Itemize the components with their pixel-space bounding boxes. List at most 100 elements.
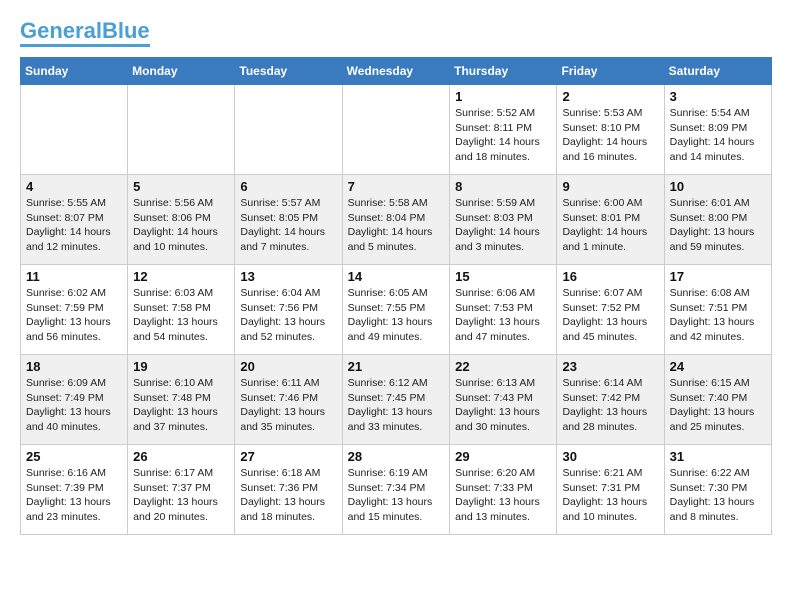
day-number: 16: [562, 269, 658, 284]
day-number: 4: [26, 179, 122, 194]
calendar-day-12: 12 Sunrise: 6:03 AM Sunset: 7:58 PM Dayli…: [128, 265, 235, 355]
day-number: 30: [562, 449, 658, 464]
calendar-header-row: SundayMondayTuesdayWednesdayThursdayFrid…: [21, 58, 772, 85]
calendar-day-13: 13 Sunrise: 6:04 AM Sunset: 7:56 PM Dayli…: [235, 265, 342, 355]
calendar-empty: [235, 85, 342, 175]
day-number: 20: [240, 359, 336, 374]
calendar-day-30: 30 Sunrise: 6:21 AM Sunset: 7:31 PM Dayli…: [557, 445, 664, 535]
calendar-day-23: 23Sunrise: 6:14 AM Sunset: 7:42 PM Dayli…: [557, 355, 664, 445]
day-number: 15: [455, 269, 551, 284]
day-number: 11: [26, 269, 122, 284]
day-number: 24: [670, 359, 766, 374]
day-number: 2: [562, 89, 658, 104]
day-number: 27: [240, 449, 336, 464]
day-info: Sunrise: 6:20 AM Sunset: 7:33 PM Dayligh…: [455, 466, 551, 525]
day-info: Sunrise: 6:22 AM Sunset: 7:30 PM Dayligh…: [670, 466, 766, 525]
day-number: 21: [348, 359, 445, 374]
calendar-day-27: 27 Sunrise: 6:18 AM Sunset: 7:36 PM Dayli…: [235, 445, 342, 535]
day-info: Sunrise: 6:01 AM Sunset: 8:00 PM Dayligh…: [670, 196, 766, 255]
day-number: 29: [455, 449, 551, 464]
logo: GeneralBlue: [20, 20, 150, 47]
day-info: Sunrise: 6:15 AM Sunset: 7:40 PM Dayligh…: [670, 376, 766, 435]
day-number: 23: [562, 359, 658, 374]
day-info: Sunrise: 6:03 AM Sunset: 7:58 PM Dayligh…: [133, 286, 229, 345]
calendar-day-2: 2 Sunrise: 5:53 AM Sunset: 8:10 PM Daylig…: [557, 85, 664, 175]
day-number: 8: [455, 179, 551, 194]
calendar-empty: [128, 85, 235, 175]
day-info: Sunrise: 6:04 AM Sunset: 7:56 PM Dayligh…: [240, 286, 336, 345]
day-number: 13: [240, 269, 336, 284]
day-number: 7: [348, 179, 445, 194]
calendar-day-6: 6Sunrise: 5:57 AM Sunset: 8:05 PM Daylig…: [235, 175, 342, 265]
calendar-day-5: 5Sunrise: 5:56 AM Sunset: 8:06 PM Daylig…: [128, 175, 235, 265]
calendar-day-9: 9Sunrise: 6:00 AM Sunset: 8:01 PM Daylig…: [557, 175, 664, 265]
calendar-day-1: 1 Sunrise: 5:52 AM Sunset: 8:11 PM Daylig…: [450, 85, 557, 175]
day-number: 1: [455, 89, 551, 104]
calendar-day-17: 17Sunrise: 6:08 AM Sunset: 7:51 PM Dayli…: [664, 265, 771, 355]
logo-text: GeneralBlue: [20, 20, 150, 42]
day-info: Sunrise: 6:06 AM Sunset: 7:53 PM Dayligh…: [455, 286, 551, 345]
calendar: SundayMondayTuesdayWednesdayThursdayFrid…: [20, 57, 772, 535]
day-number: 14: [348, 269, 445, 284]
calendar-day-18: 18 Sunrise: 6:09 AM Sunset: 7:49 PM Dayli…: [21, 355, 128, 445]
calendar-day-31: 31 Sunrise: 6:22 AM Sunset: 7:30 PM Dayli…: [664, 445, 771, 535]
calendar-week-1: 1 Sunrise: 5:52 AM Sunset: 8:11 PM Daylig…: [21, 85, 772, 175]
day-number: 17: [670, 269, 766, 284]
calendar-day-21: 21 Sunrise: 6:12 AM Sunset: 7:45 PM Dayli…: [342, 355, 450, 445]
calendar-day-29: 29 Sunrise: 6:20 AM Sunset: 7:33 PM Dayli…: [450, 445, 557, 535]
day-info: Sunrise: 6:18 AM Sunset: 7:36 PM Dayligh…: [240, 466, 336, 525]
day-info: Sunrise: 6:12 AM Sunset: 7:45 PM Dayligh…: [348, 376, 445, 435]
calendar-day-16: 16 Sunrise: 6:07 AM Sunset: 7:52 PM Dayli…: [557, 265, 664, 355]
day-info: Sunrise: 5:52 AM Sunset: 8:11 PM Dayligh…: [455, 106, 551, 165]
logo-underline: [20, 44, 150, 47]
calendar-empty: [21, 85, 128, 175]
day-info: Sunrise: 5:54 AM Sunset: 8:09 PM Dayligh…: [670, 106, 766, 165]
day-info: Sunrise: 5:56 AM Sunset: 8:06 PM Dayligh…: [133, 196, 229, 255]
day-info: Sunrise: 6:07 AM Sunset: 7:52 PM Dayligh…: [562, 286, 658, 345]
calendar-day-28: 28 Sunrise: 6:19 AM Sunset: 7:34 PM Dayli…: [342, 445, 450, 535]
calendar-day-15: 15 Sunrise: 6:06 AM Sunset: 7:53 PM Dayli…: [450, 265, 557, 355]
day-header-thursday: Thursday: [450, 58, 557, 85]
day-info: Sunrise: 5:57 AM Sunset: 8:05 PM Dayligh…: [240, 196, 336, 255]
calendar-day-11: 11 Sunrise: 6:02 AM Sunset: 7:59 PM Dayli…: [21, 265, 128, 355]
calendar-day-25: 25 Sunrise: 6:16 AM Sunset: 7:39 PM Dayli…: [21, 445, 128, 535]
day-header-wednesday: Wednesday: [342, 58, 450, 85]
day-info: Sunrise: 6:13 AM Sunset: 7:43 PM Dayligh…: [455, 376, 551, 435]
day-number: 28: [348, 449, 445, 464]
calendar-day-20: 20 Sunrise: 6:11 AM Sunset: 7:46 PM Dayli…: [235, 355, 342, 445]
day-number: 25: [26, 449, 122, 464]
day-header-sunday: Sunday: [21, 58, 128, 85]
logo-general: General: [20, 18, 102, 43]
day-info: Sunrise: 6:19 AM Sunset: 7:34 PM Dayligh…: [348, 466, 445, 525]
calendar-day-26: 26 Sunrise: 6:17 AM Sunset: 7:37 PM Dayli…: [128, 445, 235, 535]
day-info: Sunrise: 6:10 AM Sunset: 7:48 PM Dayligh…: [133, 376, 229, 435]
day-number: 26: [133, 449, 229, 464]
calendar-day-24: 24 Sunrise: 6:15 AM Sunset: 7:40 PM Dayli…: [664, 355, 771, 445]
logo-blue: Blue: [102, 18, 150, 43]
day-info: Sunrise: 5:53 AM Sunset: 8:10 PM Dayligh…: [562, 106, 658, 165]
day-number: 3: [670, 89, 766, 104]
day-info: Sunrise: 6:17 AM Sunset: 7:37 PM Dayligh…: [133, 466, 229, 525]
calendar-day-10: 10Sunrise: 6:01 AM Sunset: 8:00 PM Dayli…: [664, 175, 771, 265]
calendar-day-19: 19Sunrise: 6:10 AM Sunset: 7:48 PM Dayli…: [128, 355, 235, 445]
day-info: Sunrise: 5:59 AM Sunset: 8:03 PM Dayligh…: [455, 196, 551, 255]
day-info: Sunrise: 6:16 AM Sunset: 7:39 PM Dayligh…: [26, 466, 122, 525]
calendar-day-8: 8 Sunrise: 5:59 AM Sunset: 8:03 PM Daylig…: [450, 175, 557, 265]
calendar-empty: [342, 85, 450, 175]
day-number: 22: [455, 359, 551, 374]
day-number: 18: [26, 359, 122, 374]
day-header-monday: Monday: [128, 58, 235, 85]
day-header-saturday: Saturday: [664, 58, 771, 85]
day-info: Sunrise: 6:21 AM Sunset: 7:31 PM Dayligh…: [562, 466, 658, 525]
day-header-tuesday: Tuesday: [235, 58, 342, 85]
calendar-week-4: 18 Sunrise: 6:09 AM Sunset: 7:49 PM Dayli…: [21, 355, 772, 445]
day-number: 12: [133, 269, 229, 284]
day-number: 31: [670, 449, 766, 464]
day-info: Sunrise: 6:09 AM Sunset: 7:49 PM Dayligh…: [26, 376, 122, 435]
calendar-day-4: 4 Sunrise: 5:55 AM Sunset: 8:07 PM Daylig…: [21, 175, 128, 265]
calendar-day-14: 14Sunrise: 6:05 AM Sunset: 7:55 PM Dayli…: [342, 265, 450, 355]
day-info: Sunrise: 5:55 AM Sunset: 8:07 PM Dayligh…: [26, 196, 122, 255]
day-info: Sunrise: 6:02 AM Sunset: 7:59 PM Dayligh…: [26, 286, 122, 345]
calendar-week-3: 11 Sunrise: 6:02 AM Sunset: 7:59 PM Dayli…: [21, 265, 772, 355]
day-info: Sunrise: 6:11 AM Sunset: 7:46 PM Dayligh…: [240, 376, 336, 435]
